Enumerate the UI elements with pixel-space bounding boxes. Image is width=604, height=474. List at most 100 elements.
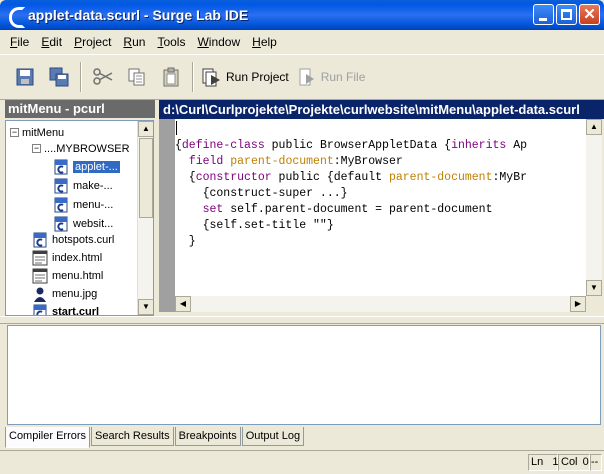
title-bar[interactable]: applet-data.scurl - Surge Lab IDE ✕ (0, 0, 604, 30)
tree-root[interactable]: − mitMenu (10, 124, 64, 141)
code-token: { (175, 171, 196, 184)
curl-file-icon (53, 197, 69, 213)
scissors-icon (93, 68, 113, 85)
code-token: parent-document (388, 171, 493, 184)
collapse-icon[interactable]: − (32, 144, 41, 153)
cut-button[interactable] (86, 60, 120, 94)
tree-item[interactable]: websit... (53, 215, 113, 232)
save-all-icon (49, 67, 69, 87)
tree-folder-label: ....MYBROWSER (44, 142, 130, 155)
maximize-button[interactable] (556, 4, 577, 25)
scroll-up-icon[interactable]: ▲ (138, 121, 153, 137)
window-title: applet-data.scurl - Surge Lab IDE (28, 7, 249, 23)
menu-tools[interactable]: Tools (151, 35, 191, 49)
code-token: Ap (506, 139, 528, 152)
code-token: :MyBr (492, 171, 528, 184)
code-line: {constructor public {default parent-docu… (175, 170, 527, 186)
clipboard-icon (163, 67, 179, 87)
curl-file-icon (32, 304, 48, 315)
collapse-icon[interactable]: − (10, 128, 19, 137)
tree-item[interactable]: start.curl (32, 303, 100, 316)
html-file-icon (32, 250, 48, 266)
curl-file-icon (53, 178, 69, 194)
toolbar: Run Project Run File (0, 54, 604, 100)
tree-item[interactable]: index.html (32, 249, 102, 266)
curl-file-icon (53, 216, 69, 232)
tree-item-label: websit... (73, 217, 114, 230)
editor-vertical-scrollbar[interactable]: ▲ ▼ (586, 119, 602, 296)
tab-search-results[interactable]: Search Results (91, 427, 174, 446)
scroll-down-icon[interactable]: ▼ (586, 280, 602, 296)
output-panel[interactable] (7, 325, 601, 425)
code-editor[interactable]: {define-class public BrowserAppletData {… (175, 119, 586, 296)
column-label: Col (561, 456, 578, 468)
run-project-button[interactable]: Run Project (198, 60, 293, 94)
tree-folder[interactable]: − ....MYBROWSER (32, 140, 130, 157)
toolbar-separator (192, 62, 194, 92)
save-all-button[interactable] (42, 60, 76, 94)
panel-splitter[interactable] (0, 316, 604, 324)
scroll-left-icon[interactable]: ◀ (175, 296, 191, 312)
menu-window[interactable]: Window (191, 35, 246, 49)
tree-item-label: index.html (52, 251, 103, 264)
menu-edit[interactable]: Edit (35, 35, 68, 49)
code-token: :MyBrowser (333, 155, 403, 168)
tab-output-log[interactable]: Output Log (241, 427, 305, 446)
code-token: public BrowserAppletData { (264, 139, 452, 152)
code-line: {define-class public BrowserAppletData {… (175, 138, 527, 154)
tree-item-label: menu.jpg (52, 287, 98, 300)
scroll-thumb[interactable] (139, 138, 153, 218)
run-project-label: Run Project (226, 70, 289, 84)
code-line: set self.parent-document = parent-docume… (175, 202, 493, 218)
tree-item-label: menu-... (73, 198, 114, 211)
tree-item[interactable]: hotspots.curl (32, 231, 114, 248)
scroll-right-icon[interactable]: ▶ (570, 296, 586, 312)
editor-horizontal-scrollbar[interactable]: ◀ ▶ (175, 296, 586, 312)
menu-file[interactable]: File (4, 35, 35, 49)
tree-item[interactable]: applet-... (53, 158, 120, 175)
tree-root-label: mitMenu (22, 126, 65, 139)
curl-file-icon (53, 159, 69, 175)
close-icon: ✕ (583, 6, 596, 23)
menu-bar: File Edit Project Run Tools Window Help (0, 30, 604, 53)
tree-scrollbar[interactable]: ▲ ▼ (137, 121, 153, 315)
project-panel-title: mitMenu - pcurl (5, 100, 155, 118)
tree-item[interactable]: make-... (53, 177, 113, 194)
code-token: parent-document (230, 155, 334, 168)
minimize-icon (539, 18, 547, 21)
html-file-icon (32, 268, 48, 284)
minimize-button[interactable] (533, 4, 554, 25)
tree-item[interactable]: menu.jpg (32, 285, 97, 302)
line-label: Ln (531, 456, 544, 468)
menu-project[interactable]: Project (68, 35, 117, 49)
tree-item-label: hotspots.curl (52, 233, 115, 246)
tree-item[interactable]: menu.html (32, 267, 103, 284)
column-value: 0 (582, 456, 589, 468)
paste-button[interactable] (154, 60, 188, 94)
tree-item-label: start.curl (52, 305, 100, 316)
code-token: constructor (195, 171, 272, 184)
run-file-button[interactable]: Run File (293, 60, 370, 94)
menu-run[interactable]: Run (117, 35, 151, 49)
scroll-up-icon[interactable]: ▲ (586, 119, 602, 135)
run-project-icon (202, 68, 220, 87)
tree-item-label: menu.html (52, 269, 104, 282)
code-token: set (202, 203, 224, 216)
scroll-down-icon[interactable]: ▼ (138, 299, 153, 315)
toolbar-separator (80, 62, 82, 92)
tab-breakpoints[interactable]: Breakpoints (174, 427, 241, 446)
run-file-icon (299, 68, 314, 86)
code-token: {self.set-title ""} (175, 219, 334, 232)
code-token: } (175, 235, 196, 248)
copy-icon (128, 68, 145, 86)
tab-compiler-errors[interactable]: Compiler Errors (5, 427, 91, 448)
save-button[interactable] (8, 60, 42, 94)
close-button[interactable]: ✕ (579, 4, 600, 25)
tree-item-label: make-... (73, 179, 113, 192)
project-panel: mitMenu - pcurl − mitMenu − ....MYBROWSE… (5, 100, 155, 316)
menu-help[interactable]: Help (246, 35, 283, 49)
tree-item[interactable]: menu-... (53, 196, 113, 213)
copy-button[interactable] (120, 60, 154, 94)
